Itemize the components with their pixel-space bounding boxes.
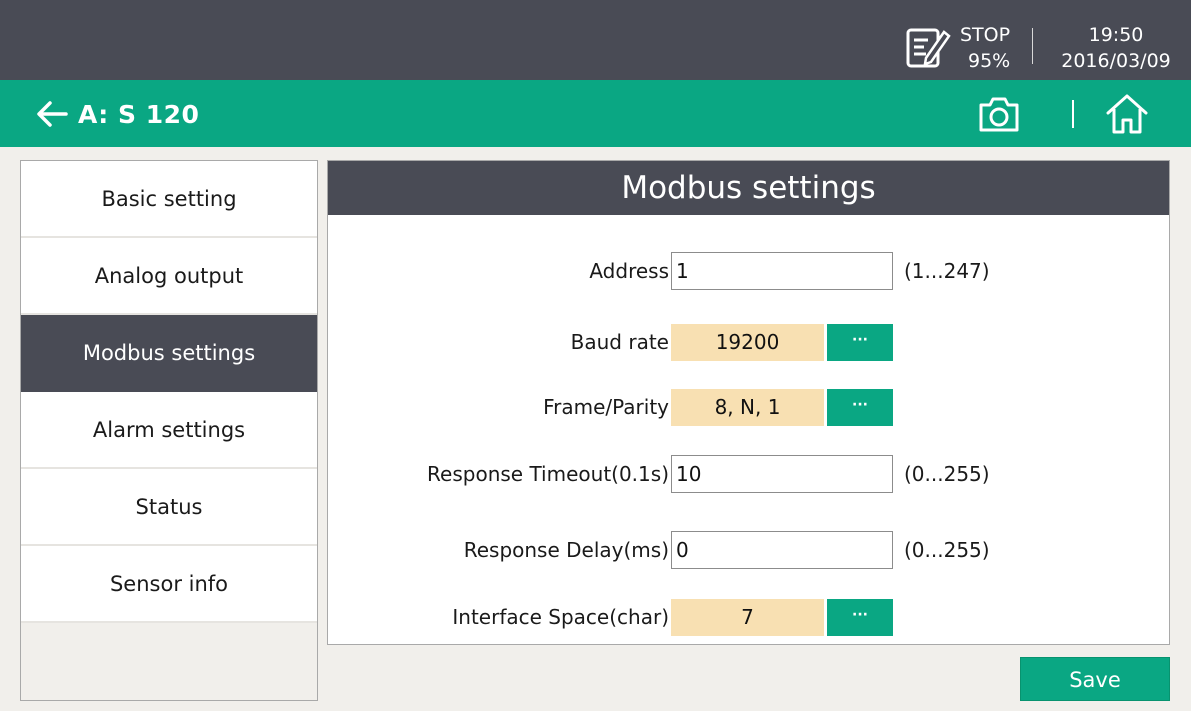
sidebar: Basic setting Analog output Modbus setti…: [20, 160, 318, 701]
date-label: 2016/03/09: [1061, 50, 1171, 72]
camera-icon[interactable]: [978, 95, 1020, 133]
modbus-settings-panel: Modbus settings Address (1...247) Baud r…: [327, 160, 1170, 645]
response-timeout-input[interactable]: [671, 455, 893, 493]
sidebar-item-status[interactable]: Status: [21, 469, 317, 546]
datetime: 19:50 2016/03/09: [1044, 22, 1188, 74]
title-divider: [1072, 100, 1074, 128]
interface-space-label: Interface Space(char): [452, 605, 669, 629]
sidebar-item-modbus-settings[interactable]: Modbus settings: [21, 315, 317, 392]
baud-rate-more-button[interactable]: ···: [827, 324, 893, 361]
sidebar-item-analog-output[interactable]: Analog output: [21, 238, 317, 315]
panel-title: Modbus settings: [328, 161, 1169, 215]
app-screen: STOP 95% 19:50 2016/03/09 A: S 120 Basic…: [0, 0, 1191, 711]
response-delay-input[interactable]: [671, 531, 893, 569]
response-timeout-range: (0...255): [904, 462, 990, 486]
baud-rate-value[interactable]: 19200: [671, 324, 824, 361]
sidebar-item-label: Sensor info: [109, 571, 229, 596]
title-bar: A: S 120: [0, 80, 1191, 147]
interface-space-row: Interface Space(char) 7 ···: [328, 598, 1169, 636]
response-delay-label: Response Delay(ms): [463, 538, 669, 562]
arrow-left-icon: [37, 101, 68, 127]
address-label: Address: [589, 259, 669, 283]
edit-note-icon[interactable]: [904, 24, 952, 72]
address-input[interactable]: [671, 252, 893, 290]
run-status: STOP 95%: [960, 22, 1024, 74]
frame-parity-row: Frame/Parity 8, N, 1 ···: [328, 388, 1169, 426]
address-row: Address (1...247): [328, 252, 1169, 290]
sidebar-item-alarm-settings[interactable]: Alarm settings: [21, 392, 317, 469]
baud-rate-label: Baud rate: [570, 330, 669, 354]
frame-parity-label: Frame/Parity: [543, 395, 669, 419]
sidebar-item-sensor-info[interactable]: Sensor info: [21, 546, 317, 623]
sidebar-item-label: Alarm settings: [92, 417, 246, 442]
save-button[interactable]: Save: [1020, 657, 1170, 701]
page-title: A: S 120: [78, 99, 200, 129]
run-state-label: STOP: [960, 24, 1011, 46]
sidebar-item-label: Basic setting: [101, 186, 237, 211]
status-divider: [1032, 28, 1033, 64]
interface-space-value[interactable]: 7: [671, 599, 824, 636]
baud-rate-row: Baud rate 19200 ···: [328, 323, 1169, 361]
sidebar-item-label: Status: [135, 494, 203, 519]
back-button[interactable]: A: S 120: [36, 94, 199, 134]
response-timeout-label: Response Timeout(0.1s): [427, 462, 669, 486]
response-delay-row: Response Delay(ms) (0...255): [328, 531, 1169, 569]
time-label: 19:50: [1088, 24, 1144, 46]
frame-parity-value[interactable]: 8, N, 1: [671, 389, 824, 426]
percent-label: 95%: [968, 50, 1011, 72]
frame-parity-more-button[interactable]: ···: [827, 389, 893, 426]
interface-space-more-button[interactable]: ···: [827, 599, 893, 636]
sidebar-item-basic-setting[interactable]: Basic setting: [21, 161, 317, 238]
home-icon[interactable]: [1105, 92, 1149, 136]
address-range: (1...247): [904, 259, 990, 283]
status-bar: STOP 95% 19:50 2016/03/09: [0, 0, 1191, 80]
sidebar-item-label: Analog output: [94, 263, 244, 288]
response-timeout-row: Response Timeout(0.1s) (0...255): [328, 455, 1169, 493]
sidebar-item-label: Modbus settings: [82, 340, 256, 365]
response-delay-range: (0...255): [904, 538, 990, 562]
